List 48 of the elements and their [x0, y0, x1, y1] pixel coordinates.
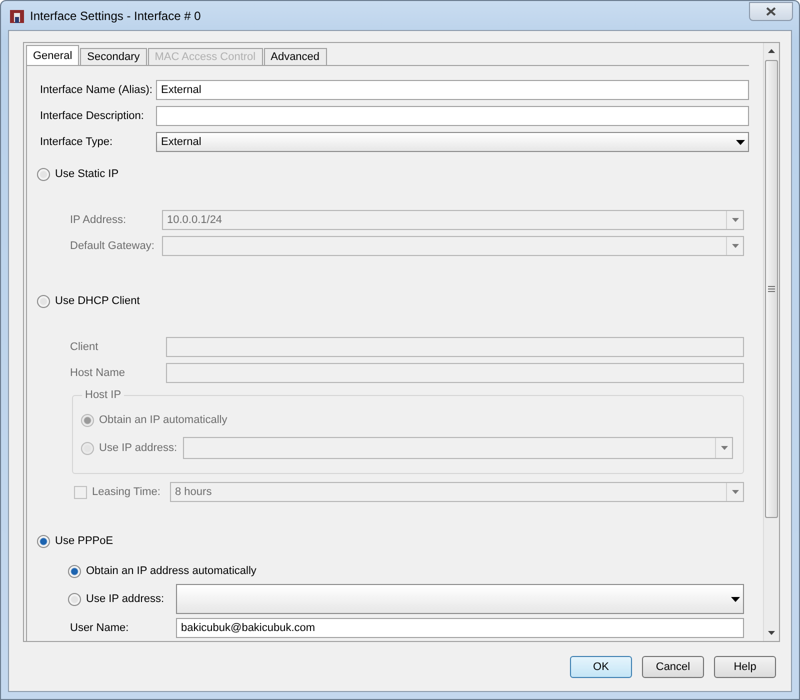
radio-label: Use DHCP Client — [55, 295, 140, 307]
tab[interactable]: Secondary — [80, 48, 147, 66]
dropdown-arrow-icon — [736, 140, 744, 144]
input-field[interactable]: External — [156, 80, 749, 100]
radio-label: Use IP address: — [99, 442, 178, 454]
dialog-button[interactable]: OK — [570, 656, 632, 678]
field-label: Interface Type: — [40, 136, 114, 148]
field-label: Default Gateway: — [70, 240, 156, 252]
app-icon — [9, 8, 25, 24]
scrollbar[interactable] — [763, 43, 779, 641]
tab[interactable]: Advanced — [264, 48, 327, 66]
dialog-button[interactable]: Cancel — [642, 656, 704, 678]
radio-label: Use IP address: — [86, 593, 164, 605]
scroll-down-icon — [768, 631, 775, 635]
field-label: Host Name — [70, 367, 126, 379]
field-label: Interface Name (Alias): — [40, 84, 154, 96]
radio-button[interactable] — [37, 534, 50, 548]
radio-label: Obtain an IP address automatically — [86, 565, 256, 577]
dropdown-arrow-icon — [732, 244, 738, 248]
scroll-up-icon — [768, 49, 775, 53]
checkbox-label: Leasing Time: — [92, 486, 160, 498]
radio-label: Obtain an IP automatically — [99, 414, 228, 426]
radio-button[interactable] — [37, 168, 50, 180]
radio-label: Use Static IP — [55, 168, 119, 180]
dropdown[interactable] — [176, 584, 744, 614]
group-title: Host IP — [84, 389, 122, 401]
radio-button[interactable] — [68, 592, 81, 606]
field-label: IP Address: — [70, 214, 128, 226]
dropdown-arrow-icon — [732, 218, 738, 222]
radio-button[interactable] — [37, 294, 50, 308]
scroll-thumb[interactable] — [765, 60, 778, 518]
window-title: Interface Settings - Interface # 0 — [30, 8, 202, 22]
close-icon — [766, 7, 776, 16]
radio-label: Use PPPoE — [55, 535, 114, 547]
close-button[interactable] — [749, 2, 793, 21]
field-label: User Name: — [70, 622, 130, 634]
radio-button[interactable] — [68, 564, 81, 578]
tab[interactable]: General — [26, 45, 80, 66]
dropdown-arrow-icon — [730, 596, 740, 602]
input-field[interactable] — [156, 106, 749, 126]
dropdown-arrow-icon — [732, 490, 738, 494]
dialog-button[interactable]: Help — [714, 656, 776, 678]
field-label: Client — [70, 341, 100, 353]
field-label: Interface Description: — [40, 110, 145, 122]
grip-icon — [768, 286, 775, 292]
dropdown[interactable]: External — [156, 132, 749, 152]
dropdown-arrow-icon — [720, 446, 728, 450]
input-field[interactable]: bakicubuk@bakicubuk.com — [176, 618, 744, 638]
